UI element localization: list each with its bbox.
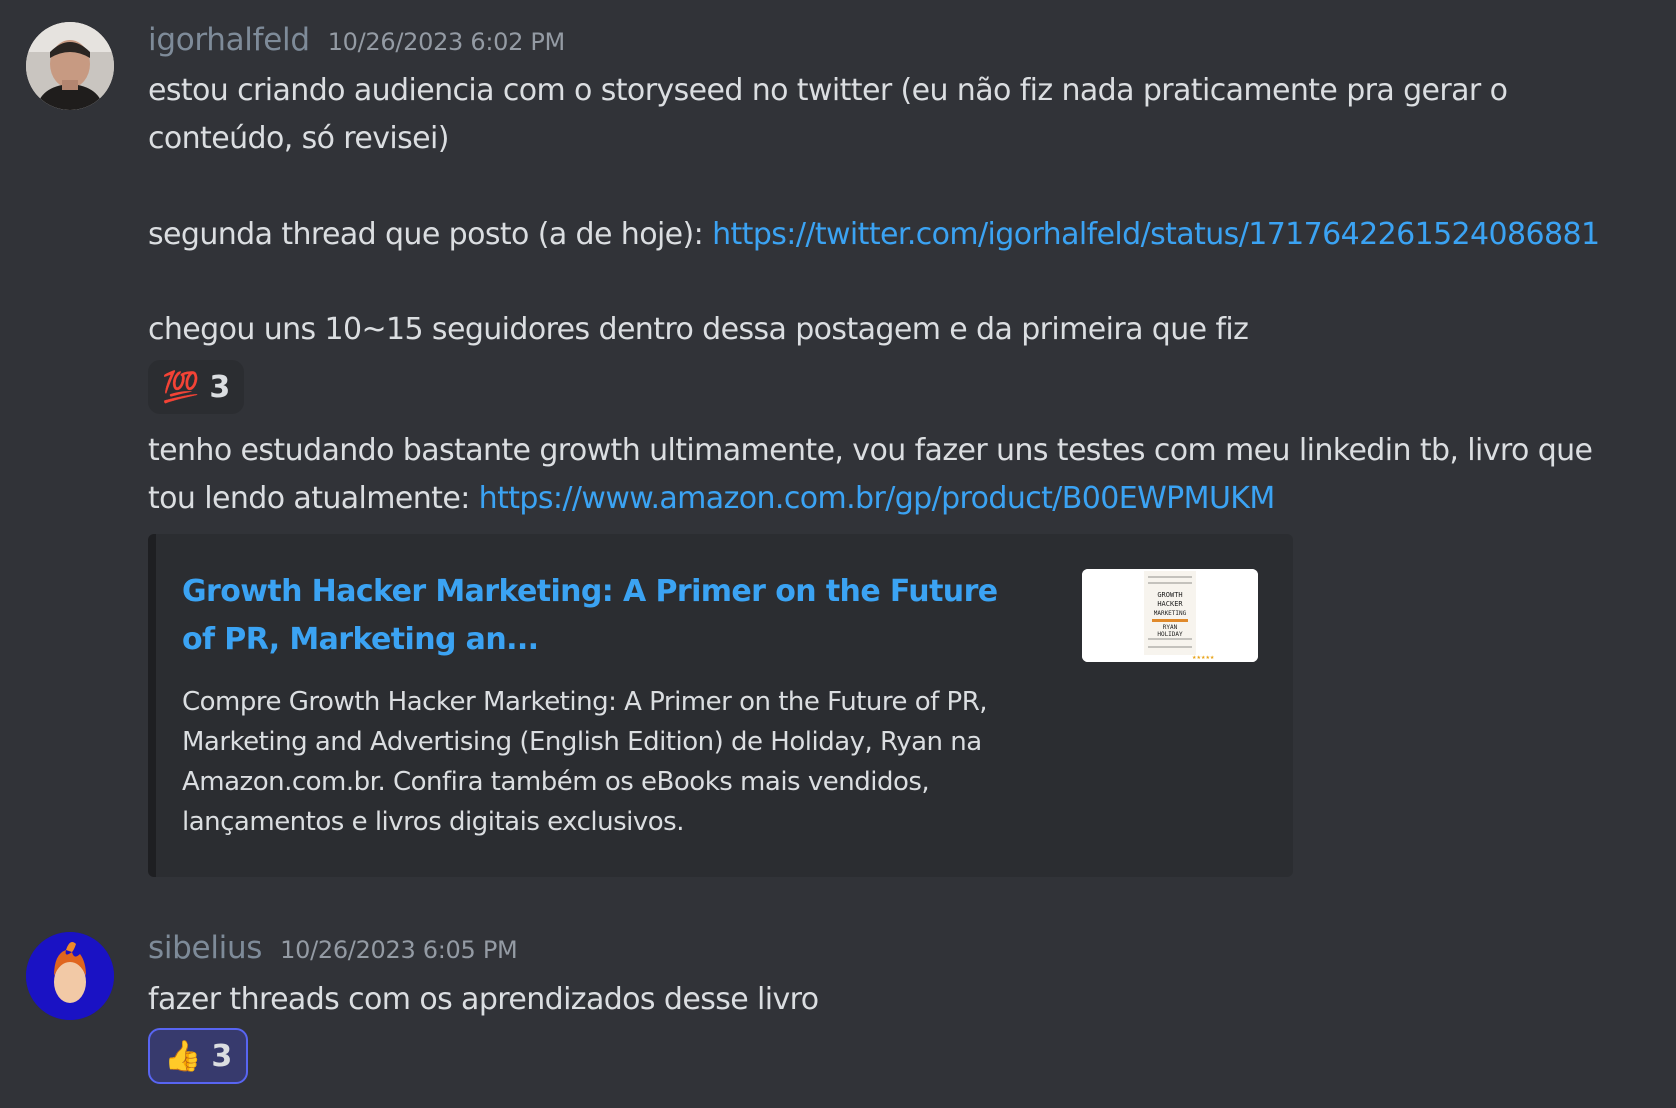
reaction-count: 3 — [211, 1038, 233, 1074]
hundred-points-icon: 💯 — [162, 369, 200, 405]
username[interactable]: igorhalfeld — [148, 22, 310, 58]
amazon-link[interactable]: https://www.amazon.com.br/gp/product/B00… — [479, 481, 1276, 516]
avatar-igorhalfeld[interactable] — [26, 22, 114, 110]
svg-text:HOLIDAY: HOLIDAY — [1157, 631, 1183, 638]
twitter-link[interactable]: https://twitter.com/igorhalfeld/status/1… — [712, 217, 1600, 252]
user-photo-icon — [26, 22, 114, 110]
message-text: tou lendo atualmente: — [148, 481, 479, 516]
embed-thumbnail[interactable]: GROWTH HACKER MARKETING RYAN HOLIDAY ★★★… — [1082, 569, 1258, 662]
message-text-line: tenho estudando bastante growth ultimame… — [148, 433, 1593, 468]
thumbs-up-icon: 👍 — [164, 1038, 202, 1074]
username[interactable]: sibelius — [148, 930, 262, 966]
book-cover-icon: GROWTH HACKER MARKETING RYAN HOLIDAY ★★★… — [1082, 569, 1258, 662]
message-text-line: segunda thread que posto (a de hoje): ht… — [148, 211, 1600, 259]
message-text-line: conteúdo, só revisei) — [148, 121, 449, 156]
link-embed: Growth Hacker Marketing: A Primer on the… — [148, 534, 1293, 877]
message-text: segunda thread que posto (a de hoje): — [148, 217, 713, 252]
message-header-2: sibelius 10/26/2023 6:05 PM — [148, 930, 518, 966]
svg-text:HACKER: HACKER — [1157, 600, 1183, 608]
svg-text:RYAN: RYAN — [1163, 624, 1178, 631]
message-text-line: estou criando audiencia com o storyseed … — [148, 73, 1508, 108]
message-text-line: fazer threads com os aprendizados desse … — [148, 982, 819, 1017]
avatar-sibelius[interactable] — [26, 932, 114, 1020]
timestamp: 10/26/2023 6:02 PM — [327, 28, 566, 56]
reaction-thumbs-up[interactable]: 👍 3 — [148, 1028, 249, 1084]
embed-title[interactable]: Growth Hacker Marketing: A Primer on the… — [182, 568, 1012, 664]
message-text-line: chegou uns 10~15 seguidores dentro dessa… — [148, 312, 1249, 347]
svg-text:GROWTH: GROWTH — [1157, 591, 1182, 599]
svg-text:MARKETING: MARKETING — [1154, 610, 1187, 617]
message-text-line: tou lendo atualmente: https://www.amazon… — [148, 475, 1275, 523]
user-avatar-icon — [26, 932, 114, 1020]
svg-text:★★★★★: ★★★★★ — [1192, 655, 1215, 661]
reaction-count: 3 — [209, 369, 231, 405]
embed-description: Compre Growth Hacker Marketing: A Primer… — [182, 687, 988, 837]
message-header-1: igorhalfeld 10/26/2023 6:02 PM — [148, 22, 565, 58]
reaction-100[interactable]: 💯 3 — [148, 360, 245, 414]
timestamp: 10/26/2023 6:05 PM — [280, 936, 518, 964]
